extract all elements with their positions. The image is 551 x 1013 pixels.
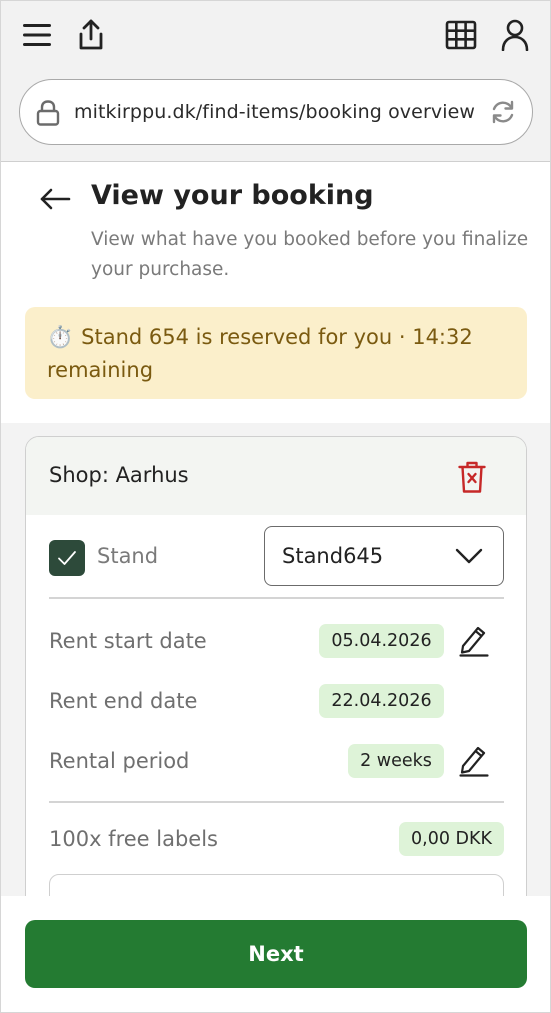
stopwatch-icon: ⏱️ xyxy=(47,325,74,349)
share-button[interactable] xyxy=(71,15,111,55)
page-title: View your booking xyxy=(91,180,374,211)
arrow-left-icon xyxy=(40,188,71,210)
reload-icon[interactable] xyxy=(490,99,516,125)
grid-icon xyxy=(445,20,477,50)
divider xyxy=(49,801,504,803)
page-subtitle: View what have you booked before you fin… xyxy=(91,229,529,280)
shop-label: Shop: Aarhus xyxy=(49,463,189,487)
stand-label: Stand xyxy=(97,544,159,568)
rental-period-value: 2 weeks xyxy=(348,744,444,778)
rent-start-label: Rent start date xyxy=(49,629,207,653)
back-button[interactable] xyxy=(35,181,75,217)
menu-icon xyxy=(23,24,51,46)
reservation-timer-text: Stand 654 is reserved for you · 14:32 re… xyxy=(47,325,473,382)
stand-select[interactable]: Stand645 xyxy=(264,526,504,586)
free-labels-label: 100x free labels xyxy=(49,827,218,851)
pencil-icon xyxy=(459,746,489,777)
user-icon xyxy=(501,19,529,51)
stand-select-value: Stand645 xyxy=(282,544,384,568)
address-bar[interactable]: mitkirppu.dk/find-items/booking overview xyxy=(19,79,533,145)
delete-booking-button[interactable] xyxy=(454,457,490,497)
divider xyxy=(49,597,504,599)
card-header: Shop: Aarhus xyxy=(26,437,526,515)
next-button[interactable]: Next xyxy=(25,920,527,988)
chevron-down-icon xyxy=(455,548,483,564)
browser-chrome: mitkirppu.dk/find-items/booking overview xyxy=(1,1,550,162)
share-icon xyxy=(79,19,103,50)
url-text[interactable]: mitkirppu.dk/find-items/booking overview xyxy=(74,101,475,123)
footer: Next xyxy=(1,896,550,1012)
check-icon xyxy=(58,551,76,565)
phone-frame: mitkirppu.dk/find-items/booking overview… xyxy=(0,0,551,1013)
menu-button[interactable] xyxy=(17,15,57,55)
edit-start-date-button[interactable] xyxy=(457,622,491,658)
rent-end-label: Rent end date xyxy=(49,689,198,713)
stand-checkbox[interactable] xyxy=(49,540,85,576)
profile-button[interactable] xyxy=(495,15,535,55)
grid-button[interactable] xyxy=(441,15,481,55)
trash-icon xyxy=(458,461,486,493)
pencil-icon xyxy=(459,626,489,657)
page-header: View your booking View what have you boo… xyxy=(1,163,550,423)
rent-end-value: 22.04.2026 xyxy=(319,684,444,718)
free-labels-value: 0,00 DKK xyxy=(399,822,504,856)
rent-start-value: 05.04.2026 xyxy=(319,624,444,658)
lock-icon xyxy=(36,100,60,126)
reservation-timer-banner: ⏱️ Stand 654 is reserved for you · 14:32 … xyxy=(25,307,527,399)
edit-rental-period-button[interactable] xyxy=(457,742,491,778)
booking-card: Shop: Aarhus Stand Stand645 Rent start d… xyxy=(25,436,527,956)
rental-period-label: Rental period xyxy=(49,749,190,773)
